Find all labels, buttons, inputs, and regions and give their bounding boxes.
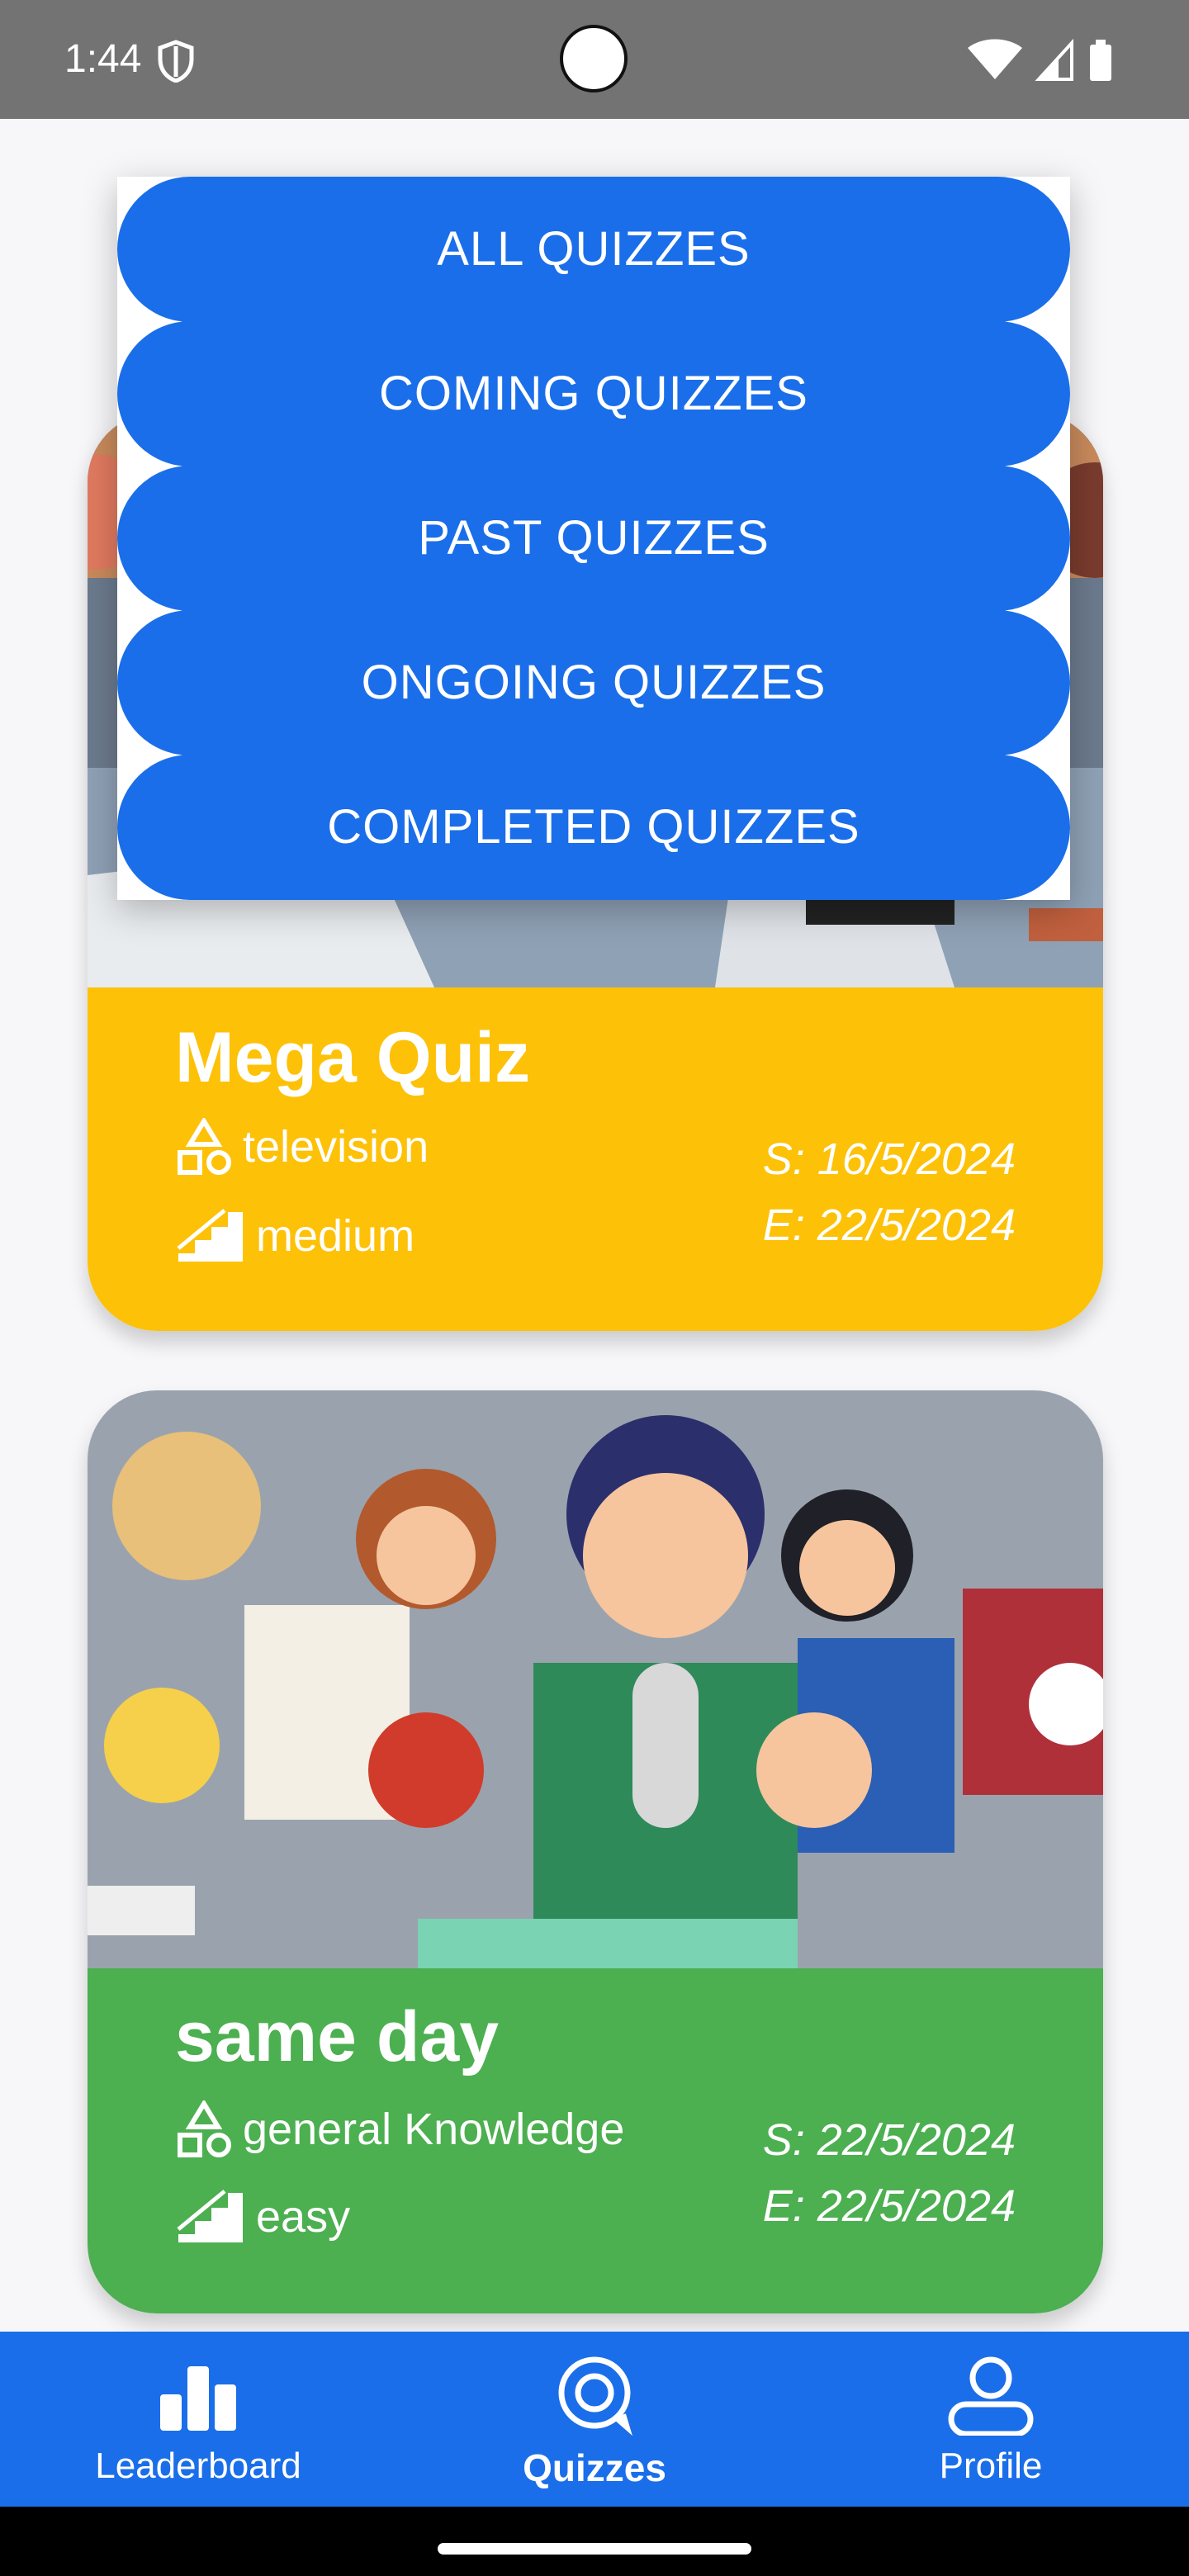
menu-item-all-quizzes[interactable]: ALL QUIZZES xyxy=(117,177,1070,322)
gesture-navigation-bar xyxy=(0,2507,1189,2576)
home-gesture-pill[interactable] xyxy=(438,2543,751,2555)
nav-profile[interactable]: Profile xyxy=(793,2332,1189,2507)
quiz-category: general Knowledge xyxy=(175,2100,624,2158)
leaderboard-icon xyxy=(160,2366,236,2431)
quiz-category-label: general Knowledge xyxy=(243,2105,625,2154)
quiz-filter-menu: ALL QUIZZES COMING QUIZZES PAST QUIZZES … xyxy=(117,177,1070,900)
nav-profile-label: Profile xyxy=(939,2446,1043,2486)
wifi-icon xyxy=(968,39,1022,79)
profile-icon xyxy=(948,2356,1034,2436)
nav-quizzes-label: Quizzes xyxy=(523,2446,666,2489)
difficulty-stairs-icon xyxy=(177,1209,243,1262)
nav-quizzes[interactable]: Quizzes xyxy=(396,2332,793,2507)
quiz-bubble-icon xyxy=(558,2356,632,2436)
nav-leaderboard[interactable]: Leaderboard xyxy=(0,2332,396,2507)
quiz-category: television xyxy=(175,1118,429,1176)
quiz-difficulty-label: easy xyxy=(256,2192,351,2242)
quiz-start-date: S: 16/5/2024 xyxy=(762,1134,1016,1184)
menu-item-coming-quizzes[interactable]: COMING QUIZZES xyxy=(117,321,1070,466)
signal-icon xyxy=(1035,38,1073,81)
quiz-end-date: E: 22/5/2024 xyxy=(762,2181,1016,2231)
status-icons xyxy=(968,38,1111,81)
quiz-title: Mega Quiz xyxy=(175,1018,531,1097)
quiz-end-date: E: 22/5/2024 xyxy=(762,1200,1016,1250)
nav-leaderboard-label: Leaderboard xyxy=(95,2446,301,2486)
quiz-start-date: S: 22/5/2024 xyxy=(762,2115,1016,2165)
bottom-navigation: Leaderboard Quizzes Profile xyxy=(0,2332,1189,2507)
quiz-difficulty-label: medium xyxy=(256,1211,415,1261)
quiz-card-info: Mega Quiz television medium S: 16/5/2024… xyxy=(88,987,1103,1331)
quiz-category-label: television xyxy=(243,1122,429,1172)
category-shapes-icon xyxy=(178,1118,231,1175)
quiz-dates: S: 16/5/2024 E: 22/5/2024 xyxy=(763,1126,1016,1258)
quiz-cover-image xyxy=(88,1390,1103,1968)
quiz-dates: S: 22/5/2024 E: 22/5/2024 xyxy=(763,2107,1016,2239)
quiz-card-info: same day general Knowledge easy S: 22/5/… xyxy=(88,1968,1103,2313)
menu-item-ongoing-quizzes[interactable]: ONGOING QUIZZES xyxy=(117,610,1070,755)
quiz-difficulty: easy xyxy=(175,2188,350,2246)
camera-cutout xyxy=(560,25,628,92)
menu-item-past-quizzes[interactable]: PAST QUIZZES xyxy=(117,466,1070,611)
category-shapes-icon xyxy=(178,2100,231,2157)
shield-icon xyxy=(158,40,194,83)
status-bar: 1:44 xyxy=(0,0,1189,119)
quiz-title: same day xyxy=(175,1997,500,2076)
quiz-card[interactable]: same day general Knowledge easy S: 22/5/… xyxy=(88,1390,1103,2313)
battery-icon xyxy=(1090,40,1111,81)
difficulty-stairs-icon xyxy=(177,2190,243,2242)
quiz-difficulty: medium xyxy=(175,1207,414,1265)
menu-item-completed-quizzes[interactable]: COMPLETED QUIZZES xyxy=(117,755,1070,900)
status-time: 1:44 xyxy=(64,37,142,81)
